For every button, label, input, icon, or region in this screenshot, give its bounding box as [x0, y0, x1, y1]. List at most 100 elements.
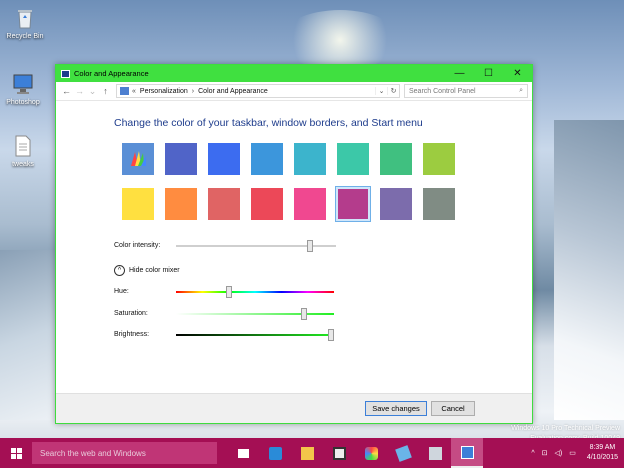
brightness-thumb[interactable]: [328, 328, 334, 341]
recent-chevron-icon[interactable]: ⌄: [86, 86, 99, 97]
content-area: Change the color of your taskbar, window…: [114, 117, 494, 231]
mountain-right: [554, 120, 624, 420]
color-swatch[interactable]: [163, 141, 199, 177]
color-swatch[interactable]: [163, 186, 199, 222]
taskbar-ie[interactable]: [259, 438, 291, 468]
color-swatch[interactable]: [335, 186, 371, 222]
tray-overflow-icon[interactable]: ^: [531, 450, 534, 457]
color-swatch[interactable]: [335, 141, 371, 177]
taskbar-app-7[interactable]: [419, 438, 451, 468]
monitor-icon: [13, 74, 33, 94]
page-heading: Change the color of your taskbar, window…: [114, 117, 423, 129]
search-placeholder: Search Control Panel: [409, 87, 476, 95]
windows-logo-icon: [10, 447, 22, 459]
search-icon: ⌕: [519, 87, 523, 94]
taskbar-control-panel[interactable]: [451, 438, 483, 468]
breadcrumb-overflow[interactable]: «: [132, 88, 136, 95]
taskbar-app-6[interactable]: [387, 438, 419, 468]
clock-date: 4/10/2015: [586, 454, 618, 461]
task-view-button[interactable]: [227, 438, 259, 468]
forward-arrow-icon[interactable]: →: [73, 86, 86, 96]
task-view-icon: [237, 448, 249, 458]
brightness-slider[interactable]: [176, 328, 334, 341]
up-arrow-icon[interactable]: ↑: [99, 86, 112, 96]
store-icon: [332, 446, 346, 460]
saturation-slider[interactable]: [176, 307, 334, 320]
color-swatch[interactable]: [421, 141, 457, 177]
color-swatch[interactable]: [206, 141, 242, 177]
notifications-icon[interactable]: ▭: [569, 449, 576, 457]
refresh-icon[interactable]: ↻: [387, 87, 399, 95]
automatic-color-icon: [122, 143, 154, 175]
breadcrumb-personalization[interactable]: Personalization: [140, 88, 188, 95]
title-bar[interactable]: Color and Appearance — ☐ ✕: [56, 65, 532, 82]
color-intensity-slider[interactable]: [176, 239, 336, 252]
swatch-fill: [165, 143, 197, 175]
color-swatch[interactable]: [378, 186, 414, 222]
save-changes-button[interactable]: Save changes: [365, 401, 427, 416]
saturation-thumb[interactable]: [301, 307, 307, 320]
swatch-row-2: [120, 186, 494, 222]
document-icon: [15, 135, 31, 157]
clock[interactable]: 8:39 AM 4/10/2015: [587, 443, 618, 463]
window-title: Color and Appearance: [74, 69, 149, 78]
color-swatch[interactable]: [292, 186, 328, 222]
swatch-fill: [165, 188, 197, 220]
cancel-button[interactable]: Cancel: [431, 401, 475, 416]
desktop-icon-label: tweaks: [12, 161, 34, 168]
start-button[interactable]: [0, 438, 32, 468]
brightness-label: Brightness:: [114, 331, 150, 338]
color-intensity-thumb[interactable]: [307, 239, 313, 252]
color-swatch[interactable]: [206, 186, 242, 222]
address-field[interactable]: « Personalization › Color and Appearance…: [116, 84, 400, 98]
desktop-icon-label: Photoshop: [6, 99, 40, 106]
control-panel-taskbar-icon: [460, 445, 474, 459]
taskbar-paint[interactable]: [355, 438, 387, 468]
color-swatch[interactable]: [421, 186, 457, 222]
desktop-icon-recycle-bin[interactable]: Recycle Bin: [3, 6, 47, 40]
hue-label: Hue:: [114, 288, 129, 295]
color-swatch[interactable]: [378, 141, 414, 177]
address-dropdown-icon[interactable]: ⌄: [375, 87, 387, 95]
swatch-fill: [423, 188, 455, 220]
mixer-toggle-label: Hide color mixer: [129, 267, 180, 274]
swatch-fill: [380, 143, 412, 175]
chevron-up-icon: ^: [114, 265, 125, 276]
app-icon: [428, 446, 442, 460]
hue-slider[interactable]: [176, 285, 334, 298]
taskbar-explorer[interactable]: [291, 438, 323, 468]
close-button[interactable]: ✕: [503, 65, 532, 82]
color-swatch[interactable]: [120, 186, 156, 222]
color-swatch-automatic[interactable]: [120, 141, 156, 177]
color-swatch[interactable]: [249, 141, 285, 177]
breadcrumb-color-appearance[interactable]: Color and Appearance: [198, 88, 268, 95]
swatch-fill: [208, 188, 240, 220]
breadcrumb-separator-icon: ›: [191, 87, 195, 95]
hue-row: Hue:: [114, 285, 334, 298]
hue-thumb[interactable]: [226, 285, 232, 298]
color-swatch[interactable]: [249, 186, 285, 222]
desktop-icon-photoshop[interactable]: Photoshop: [1, 72, 45, 106]
taskbar-search-box[interactable]: Search the web and Windows: [32, 442, 217, 464]
swatch-fill: [251, 143, 283, 175]
clock-time: 8:39 AM: [589, 444, 616, 451]
taskbar-store[interactable]: [323, 438, 355, 468]
brightness-row: Brightness:: [114, 328, 334, 341]
maximize-button[interactable]: ☐: [474, 65, 503, 82]
search-input[interactable]: Search Control Panel ⌕: [404, 84, 528, 98]
desktop-icon-tweaks[interactable]: tweaks: [1, 134, 45, 168]
taskbar: Search the web and Windows ^ ⊡ ◁) ▭ 8:39…: [0, 438, 624, 468]
paint-icon: [364, 446, 378, 460]
saturation-label: Saturation:: [114, 310, 148, 317]
minimize-button[interactable]: —: [445, 65, 474, 82]
folder-icon: [300, 446, 314, 460]
volume-icon[interactable]: ◁): [555, 449, 563, 457]
color-swatch[interactable]: [292, 141, 328, 177]
swatch-fill: [338, 189, 368, 219]
network-icon[interactable]: ⊡: [542, 449, 548, 457]
swatch-fill: [423, 143, 455, 175]
color-intensity-row: Color intensity:: [114, 239, 336, 252]
address-bar: ← → ⌄ ↑ « Personalization › Color and Ap…: [56, 82, 532, 101]
mixer-toggle[interactable]: ^ Hide color mixer: [114, 265, 180, 276]
back-arrow-icon[interactable]: ←: [60, 86, 73, 96]
